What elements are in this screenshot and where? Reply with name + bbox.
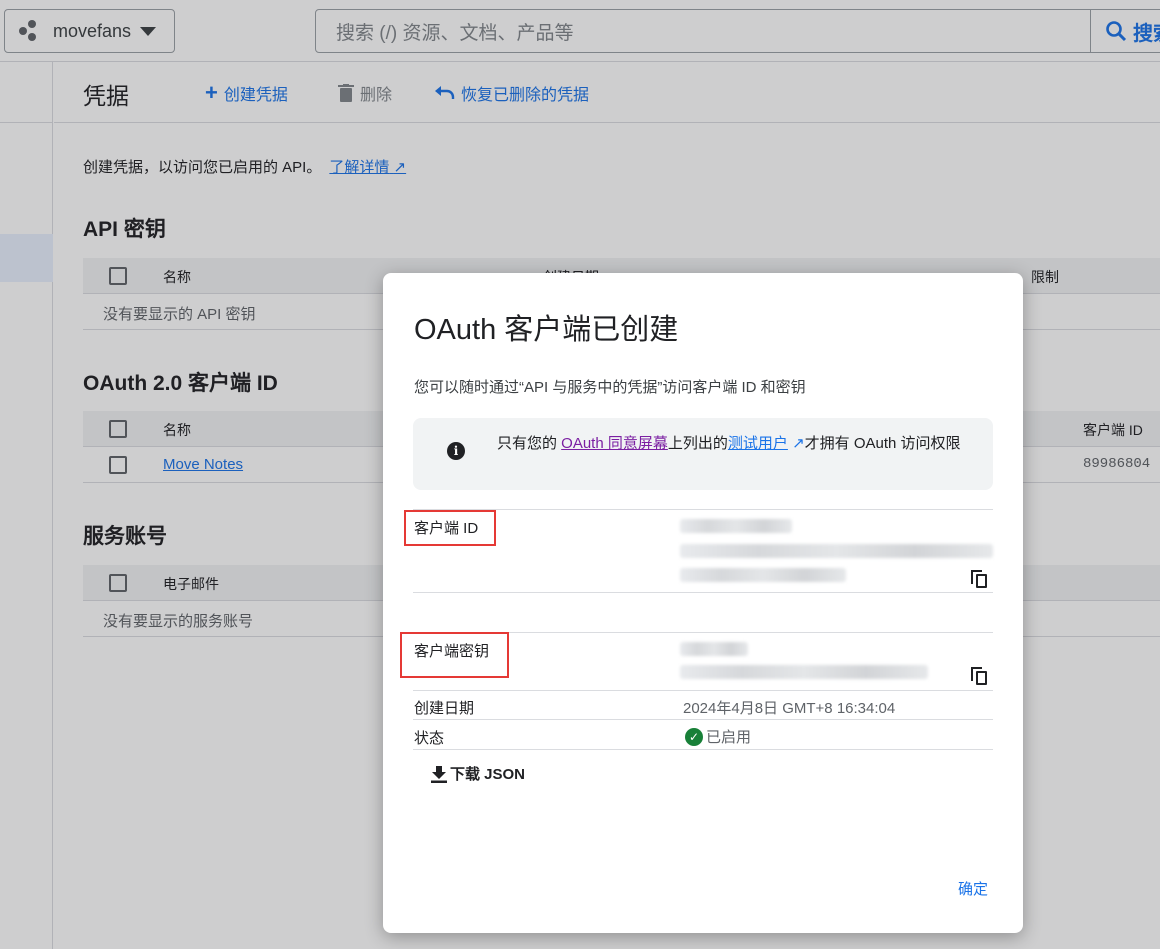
ok-button[interactable]: 确定: [958, 878, 988, 899]
copy-client-id-icon[interactable]: [971, 570, 987, 588]
copy-client-secret-icon[interactable]: [971, 667, 987, 685]
info-text: 只有您的 OAuth 同意屏幕上列出的测试用户 ↗才拥有 OAuth 访问权限: [497, 431, 977, 456]
download-json-button[interactable]: 下载 JSON: [430, 763, 525, 784]
divider: [413, 719, 993, 720]
client-secret-label: 客户端密钥: [414, 643, 490, 660]
oauth-created-dialog: OAuth 客户端已创建 您可以随时通过“API 与服务中的凭据”访问客户端 I…: [383, 273, 1023, 933]
dialog-description: 您可以随时通过“API 与服务中的凭据”访问客户端 ID 和密钥: [414, 379, 806, 396]
redacted-client-secret: [680, 665, 928, 679]
info-banner: i 只有您的 OAuth 同意屏幕上列出的测试用户 ↗才拥有 OAuth 访问权…: [413, 418, 993, 490]
divider: [413, 749, 993, 750]
status-label: 状态: [414, 730, 445, 747]
divider: [413, 592, 993, 593]
redacted-client-secret: [680, 642, 748, 656]
check-circle-icon: ✓: [685, 727, 703, 746]
info-part: 上列出的: [667, 435, 728, 452]
info-part: 才拥有 OAuth 访问权限: [804, 435, 961, 452]
download-icon: [431, 765, 447, 783]
status-text: 已启用: [706, 729, 752, 746]
dialog-title: OAuth 客户端已创建: [414, 314, 679, 346]
created-date-label: 创建日期: [414, 700, 475, 717]
info-part: 只有您的: [497, 435, 562, 452]
consent-screen-link[interactable]: OAuth 同意屏幕: [561, 435, 668, 452]
redacted-client-id: [680, 568, 846, 582]
info-icon: i: [447, 442, 465, 460]
status-value: ✓ 已启用: [685, 726, 751, 747]
redacted-client-id: [680, 544, 993, 558]
created-date-value: 2024年4月8日 GMT+8 16:34:04: [683, 700, 896, 717]
client-id-label: 客户端 ID: [414, 520, 479, 537]
divider: [413, 690, 993, 691]
divider: [413, 509, 993, 510]
redacted-client-id: [680, 519, 792, 533]
download-json-label: 下载 JSON: [450, 766, 526, 783]
external-link-icon: ↗: [787, 435, 805, 452]
test-users-link[interactable]: 测试用户: [728, 435, 788, 452]
